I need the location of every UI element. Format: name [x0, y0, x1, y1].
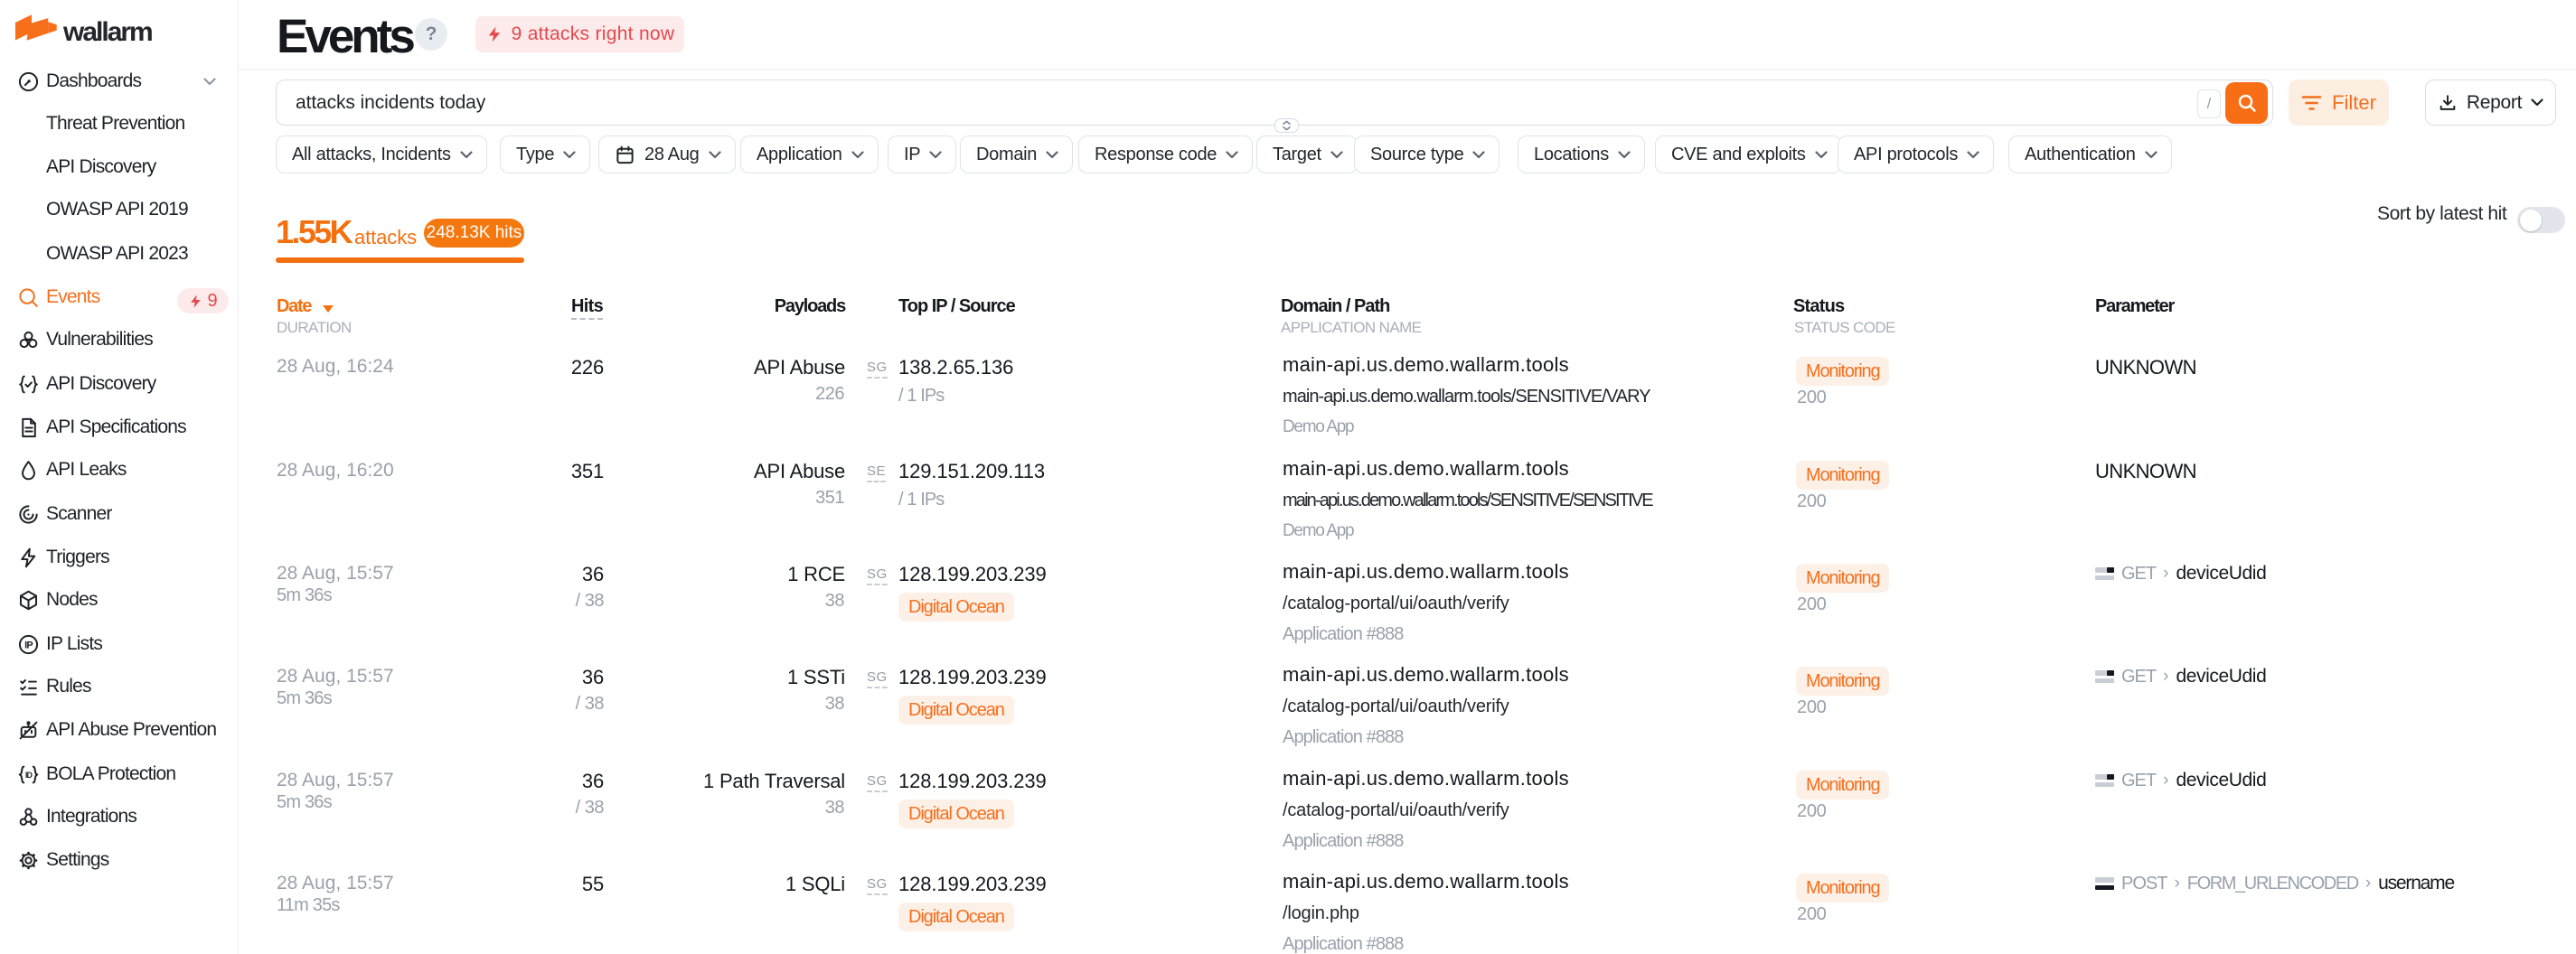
- svg-text:ID: ID: [25, 771, 33, 780]
- svg-text:IP: IP: [24, 640, 33, 650]
